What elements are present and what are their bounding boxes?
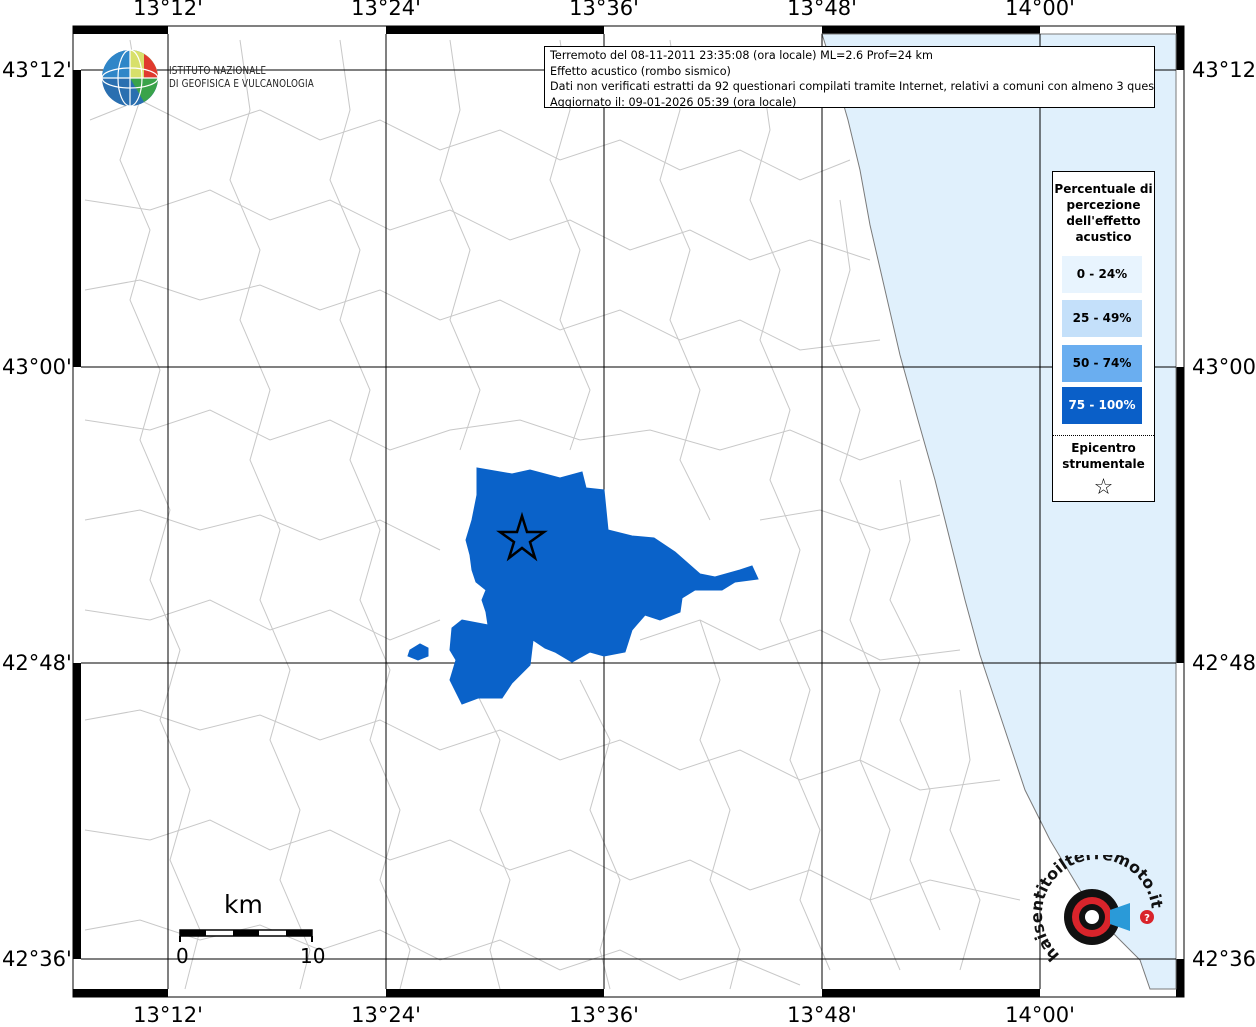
ingv-name-line2: DI GEOFISICA E VULCANOLOGIA: [169, 77, 314, 90]
lat-tick-left-1: 43°12': [2, 58, 72, 82]
legend-title: Percentuale di percezione dell'effetto a…: [1054, 182, 1153, 244]
globe-icon: [101, 49, 159, 107]
lat-tick-right-1: 43°12': [1192, 58, 1256, 82]
ingv-name-line1: ISTITUTO NAZIONALE: [169, 64, 267, 77]
lon-tick-top-4: 13°48': [787, 0, 857, 20]
lon-tick-bottom-5: 14°00': [1005, 1003, 1075, 1027]
lon-tick-top-2: 13°24': [351, 0, 421, 20]
scale-bar-start: 0: [176, 944, 189, 968]
legend-separator: [1053, 435, 1154, 436]
svg-text:?: ?: [1144, 913, 1150, 924]
scale-bar-end: 10: [300, 944, 326, 968]
lon-tick-bottom-4: 13°48': [787, 1003, 857, 1027]
lat-tick-left-2: 43°00': [2, 355, 72, 379]
lon-tick-top-5: 14°00': [1005, 0, 1075, 20]
scale-bar: km 0 10: [176, 890, 326, 970]
lat-tick-right-4: 42°36': [1192, 947, 1256, 971]
legend-class-25-49: 25 - 49%: [1062, 300, 1142, 337]
lon-tick-bottom-2: 13°24': [351, 1003, 421, 1027]
legend-epicenter-label: Epicentro strumentale: [1062, 441, 1145, 471]
event-info-line2: Effetto acustico (rombo sismico): [550, 64, 731, 78]
lon-tick-top-3: 13°36': [569, 0, 639, 20]
star-outline-icon: ☆: [1093, 475, 1114, 500]
event-info-line4: Aggiornato il: 09-01-2026 05:39 (ora loc…: [550, 95, 797, 108]
lat-tick-right-3: 42°48': [1192, 651, 1256, 675]
lon-tick-bottom-1: 13°12': [133, 1003, 203, 1027]
scale-bar-unit: km: [224, 890, 263, 919]
haisentito-logo: ? haisentitoilterremoto.it: [1027, 844, 1167, 980]
legend: Percentuale di percezione dell'effetto a…: [1052, 171, 1155, 502]
event-info-box: Terremoto del 08-11-2011 23:35:08 (ora l…: [544, 46, 1155, 108]
event-info-line3: Dati non verificati estratti da 92 quest…: [550, 80, 1155, 93]
lon-tick-bottom-3: 13°36': [569, 1003, 639, 1027]
legend-class-0-24: 0 - 24%: [1062, 256, 1142, 293]
lat-tick-left-4: 42°36': [2, 947, 72, 971]
ingv-name: ISTITUTO NAZIONALE DI GEOFISICA E VULCAN…: [169, 64, 314, 90]
legend-class-75-100: 75 - 100%: [1062, 387, 1142, 424]
lat-tick-left-3: 42°48': [2, 651, 72, 675]
event-info-line1: Terremoto del 08-11-2011 23:35:08 (ora l…: [550, 49, 933, 62]
lat-tick-right-2: 43°00': [1192, 355, 1256, 379]
lon-tick-top-1: 13°12': [133, 0, 203, 20]
legend-class-50-74: 50 - 74%: [1062, 345, 1142, 382]
